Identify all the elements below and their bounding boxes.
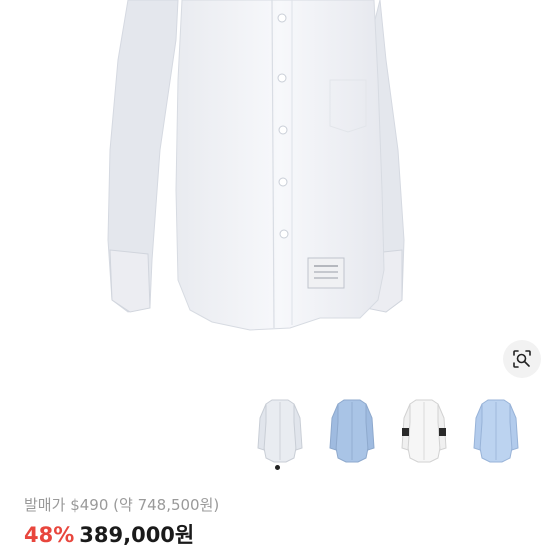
original-price: 발매가 $490 (약 748,500원) [24, 494, 219, 515]
original-price-krw: (약 748,500원) [113, 496, 220, 514]
thumbnail-white-shirt-stripe[interactable] [396, 398, 452, 464]
thumbnail-light-blue-shirt[interactable] [468, 398, 524, 464]
price-row: 48% 389,000원 [24, 519, 194, 549]
image-search-button[interactable] [503, 340, 541, 378]
original-price-label: 발매가 [24, 496, 66, 514]
thumbnail-white-shirt[interactable] [252, 398, 308, 464]
thumbnail-blue-shirt[interactable] [324, 398, 380, 464]
final-price: 389,000원 [79, 523, 195, 547]
discount-rate: 48% [24, 523, 75, 547]
product-image[interactable] [0, 0, 554, 390]
original-price-usd: $490 [70, 496, 109, 514]
active-thumbnail-indicator [275, 465, 280, 470]
image-search-icon [513, 350, 531, 368]
